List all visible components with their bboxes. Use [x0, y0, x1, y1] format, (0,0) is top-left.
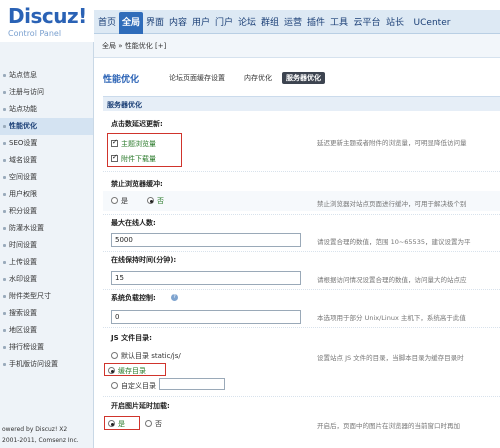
nav-tab-user[interactable]: 用户 [190, 12, 212, 34]
maxonline-input[interactable] [111, 233, 301, 247]
sidebar-item[interactable]: 附件类型尺寸 [0, 288, 93, 305]
setting-label-nocache: 禁止浏览器缓冲: [111, 180, 163, 188]
nav-tab-style[interactable]: 界面 [144, 12, 166, 34]
setting-label-onlinehold: 在线保持时间(分钟): [111, 256, 177, 264]
onlinehold-input[interactable] [111, 271, 301, 285]
sidebar-item[interactable]: 空间设置 [0, 169, 93, 186]
brand-name: Discuz! [8, 4, 87, 28]
sidebar: 站点信息 注册与访问 站点功能 性能优化 SEO设置 域名设置 空间设置 用户权… [0, 42, 94, 448]
row-divider [103, 327, 500, 328]
setting-desc-refresh: 延迟更新主题或者附件的浏览量，可明显降低访问量 [317, 139, 467, 147]
nav-tab-founder[interactable]: 站长 [384, 12, 406, 34]
setting-desc-maxonline: 请设置合理的数值，范围 10~65535，建议设置为平 [317, 238, 471, 246]
subtab-server[interactable]: 服务器优化 [282, 72, 325, 84]
setting-desc-loadctrl: 本选项用于部分 Unix/Linux 主机下，系统高于此值 [317, 314, 466, 322]
row-divider [103, 251, 500, 252]
breadcrumb[interactable]: 全局 » 性能优化 [+] [102, 41, 166, 51]
nav-tab-content[interactable]: 内容 [167, 12, 189, 34]
row-divider [103, 214, 500, 215]
setting-desc-jsdir: 设置站点 JS 文件的目录，当脚本目录为缓存目录时 [317, 354, 464, 362]
nav-tab-cloud[interactable]: 云平台 [351, 12, 383, 34]
sidebar-item[interactable]: 上传设置 [0, 254, 93, 271]
radio-lazyload-no[interactable]: 否 [145, 419, 162, 429]
checkbox-download-count[interactable]: 附件下载量 [111, 153, 156, 164]
radio-jsdir-default[interactable]: 默认目录 static/js/ [111, 351, 181, 361]
row-divider [103, 289, 500, 290]
sidebar-item[interactable]: SEO设置 [0, 135, 93, 152]
nav-tab-plugin[interactable]: 插件 [305, 12, 327, 34]
radio-jsdir-cache[interactable]: 缓存目录 [108, 366, 146, 376]
setting-desc-lazyload: 开启后，页面中的图片在浏览器的当前窗口时再加 [317, 422, 460, 430]
sidebar-item[interactable]: 水印设置 [0, 271, 93, 288]
radio-nocache-no[interactable]: 否 [147, 196, 164, 206]
sidebar-item[interactable]: 站点信息 [0, 67, 93, 84]
setting-label-lazyload: 开启图片延时加载: [111, 402, 170, 410]
sidebar-item[interactable]: 注册与访问 [0, 84, 93, 101]
sidebar-item[interactable]: 站点功能 [0, 101, 93, 118]
subtab-page-cache[interactable]: 论坛页面缓存设置 [165, 72, 229, 84]
help-icon[interactable]: ? [171, 294, 178, 301]
sidebar-item[interactable]: 域名设置 [0, 152, 93, 169]
row-divider [103, 396, 500, 397]
jsdir-custom-input[interactable] [159, 378, 225, 390]
setting-label-maxonline: 最大在线人数: [111, 219, 156, 227]
nav-tab-ucenter[interactable]: UCenter [410, 12, 454, 34]
sidebar-item[interactable]: 手机版访问设置 [0, 356, 93, 373]
section-title: 服务器优化 [107, 101, 142, 109]
row-divider [103, 171, 500, 172]
page-title: 性能优化 [103, 75, 140, 85]
nav-tab-group[interactable]: 群组 [259, 12, 281, 34]
logo: Discuz! Control Panel [0, 0, 94, 42]
powered-by: owered by Discuz! X2 [2, 426, 68, 433]
setting-label-loadctrl: 系统负载控制: [111, 294, 156, 302]
sidebar-item[interactable]: 用户权限 [0, 186, 93, 203]
top-nav: 首页 全局 界面 内容 用户 门户 论坛 群组 运营 插件 工具 云平台 站长 … [94, 10, 500, 34]
sidebar-item[interactable]: 地区设置 [0, 322, 93, 339]
nav-tab-global[interactable]: 全局 [119, 12, 143, 34]
nav-tab-tools[interactable]: 工具 [328, 12, 350, 34]
setting-desc-onlinehold: 请根据访问情况设置合理的数值，访问量大的站点应 [317, 276, 467, 284]
subtab-memory[interactable]: 内存优化 [240, 72, 276, 84]
section-header: 服务器优化 [103, 96, 500, 111]
copyright: 2001-2011, Comsenz Inc. [2, 437, 79, 444]
sidebar-item-active[interactable]: 性能优化 [0, 118, 93, 135]
setting-label-refresh: 点击数延迟更新: [111, 120, 163, 128]
radio-jsdir-custom[interactable]: 自定义目录 [111, 381, 156, 391]
nav-tab-home[interactable]: 首页 [96, 12, 118, 34]
breadcrumb-bar: 全局 » 性能优化 [+] [94, 34, 500, 58]
radio-lazyload-yes[interactable]: 是 [108, 419, 125, 429]
nav-tab-portal[interactable]: 门户 [213, 12, 235, 34]
sidebar-item[interactable]: 搜索设置 [0, 305, 93, 322]
nav-tab-operation[interactable]: 运营 [282, 12, 304, 34]
loadctrl-input[interactable] [111, 310, 301, 324]
main-panel: 性能优化 论坛页面缓存设置 内存优化 服务器优化 服务器优化 点击数延迟更新: … [95, 58, 500, 448]
sidebar-item[interactable]: 时间设置 [0, 237, 93, 254]
nav-tab-forum[interactable]: 论坛 [236, 12, 258, 34]
sidebar-item[interactable]: 积分设置 [0, 203, 93, 220]
brand-subtitle: Control Panel [8, 29, 62, 38]
checkbox-view-count[interactable]: 主题浏览量 [111, 138, 156, 149]
setting-label-jsdir: JS 文件目录: [111, 334, 152, 342]
radio-nocache-yes[interactable]: 是 [111, 196, 128, 206]
sidebar-item[interactable]: 防灌水设置 [0, 220, 93, 237]
sidebar-item[interactable]: 排行榜设置 [0, 339, 93, 356]
setting-desc-nocache: 禁止浏览器对站点页面进行缓冲，可用于解决极个别 [317, 200, 467, 208]
